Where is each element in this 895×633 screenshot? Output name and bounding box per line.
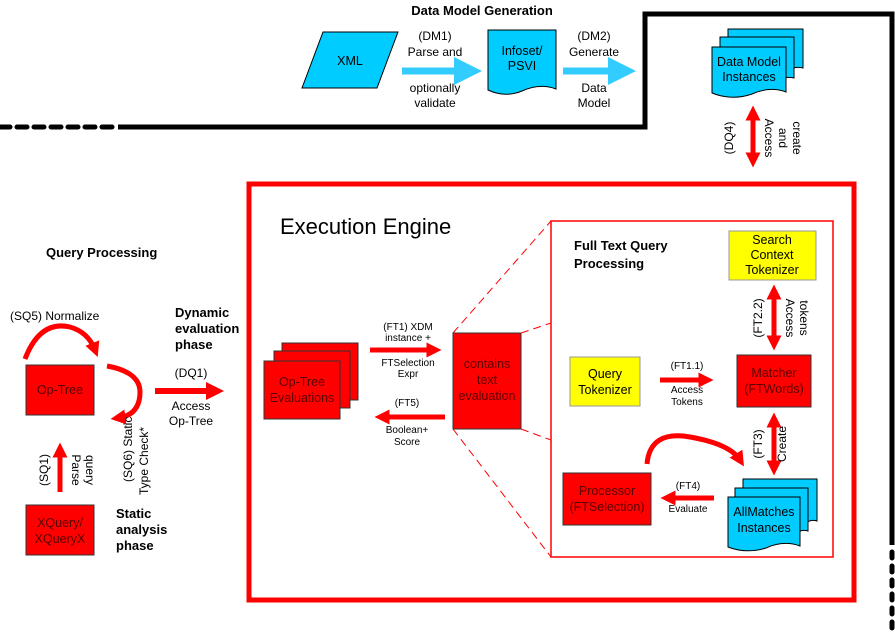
- dynamic-phase-2: evaluation: [175, 321, 239, 336]
- query-processing-title: Query Processing: [46, 245, 157, 260]
- ft3-label-1: (FT3): [751, 429, 765, 458]
- dq4-label-4: create: [790, 121, 804, 155]
- infoset-label-1: Infoset/: [502, 44, 544, 58]
- dq1-label-1: (DQ1): [175, 366, 208, 380]
- dm2-label-3: Data: [581, 81, 607, 95]
- op-tree-eval-label-1: Op-Tree: [279, 375, 325, 389]
- matcher-node: [736, 354, 812, 408]
- sq5-label: (SQ5) Normalize: [10, 309, 100, 323]
- ft1-label-3: FTSelection: [381, 358, 434, 369]
- sq6-label-2: Type Check*: [137, 427, 151, 495]
- processor-loop-arrow: [644, 433, 744, 467]
- ft22-label-3: tokens: [797, 300, 811, 335]
- op-tree-eval-label-2: Evaluations: [270, 391, 335, 405]
- op-tree-label: Op-Tree: [37, 383, 83, 397]
- dm2-label-1: (DM2): [577, 29, 610, 43]
- sq1-label-1: (SQ1): [37, 454, 51, 486]
- processor-label-2: (FTSelection): [569, 500, 644, 514]
- dq1-label-3: Op-Tree: [169, 414, 214, 428]
- dq4-label-3: and: [776, 128, 790, 148]
- ft11-label-2: Access: [671, 385, 703, 396]
- contains-label-1: contains: [464, 357, 511, 371]
- ft4-label-1: (FT4): [676, 481, 700, 492]
- ft1-label-2: instance +: [385, 333, 431, 344]
- dm2-label-2: Generate: [569, 45, 619, 59]
- sq6-label-1: (SQ6) Static: [121, 417, 135, 482]
- dm1-label-2: Parse and: [408, 45, 463, 59]
- ft5-label-2: Boolean+: [386, 425, 429, 436]
- architecture-diagram: Data Model Generation XML (DM1) Parse an…: [0, 0, 895, 633]
- diagram-svg: Data Model Generation XML (DM1) Parse an…: [0, 3, 895, 633]
- query-tokenizer-label-1: Query: [588, 367, 623, 381]
- matcher-label-2: (FTWords): [744, 382, 804, 396]
- dq4-label-2: Access: [762, 119, 776, 158]
- query-tokenizer-label-2: Tokenizer: [578, 383, 632, 397]
- search-tokenizer-label-3: Tokenizer: [745, 263, 799, 277]
- contains-label-2: text: [477, 373, 498, 387]
- xquery-node: [25, 504, 95, 556]
- static-phase-1: Static: [116, 506, 151, 521]
- ft5-label-1: (FT5): [395, 398, 419, 409]
- query-tokenizer-node: [569, 356, 641, 407]
- ft3-label-2: Create: [775, 426, 789, 462]
- dm1-label-3: optionally: [410, 81, 461, 95]
- dq4-label-1: (DQ4): [722, 122, 736, 155]
- dm1-label-1: (DM1): [418, 29, 451, 43]
- xquery-label-1: XQuery/: [37, 516, 83, 530]
- xml-label: XML: [337, 54, 363, 68]
- dynamic-phase-1: Dynamic: [175, 305, 229, 320]
- instances-label-2: Instances: [722, 70, 776, 84]
- processor-label-1: Processor: [579, 484, 635, 498]
- ft22-label-1: (FT2.2): [751, 298, 765, 337]
- ft5-label-3: Score: [394, 437, 421, 448]
- execution-engine-title: Execution Engine: [280, 214, 451, 239]
- ft4-label-2: Evaluate: [669, 504, 708, 515]
- ft22-label-2: Access: [783, 299, 797, 338]
- sq6-arrow: [106, 363, 143, 425]
- dm2-label-4: Model: [578, 96, 611, 110]
- search-tokenizer-label-2: Context: [750, 248, 794, 262]
- xquery-label-2: XQueryX: [35, 532, 86, 546]
- sq1-label-2: Parse: [69, 454, 83, 486]
- ft1-label-4: Expr: [398, 369, 419, 380]
- ft1-label-1: (FT1) XDM: [383, 322, 432, 333]
- data-model-generation-title: Data Model Generation: [411, 3, 553, 18]
- dm1-label-4: validate: [414, 96, 456, 110]
- ft11-label-1: (FT1.1): [671, 361, 704, 372]
- sq5-arrow: [22, 323, 100, 360]
- contains-label-3: evaluation: [459, 389, 516, 403]
- static-phase-2: analysis: [116, 522, 167, 537]
- processor-node: [562, 472, 652, 526]
- full-text-title-1: Full Text Query: [574, 238, 668, 253]
- search-tokenizer-label-1: Search: [752, 233, 792, 247]
- ft11-label-3: Tokens: [671, 397, 703, 408]
- sq1-label-3: query: [83, 455, 97, 485]
- allmatches-label-2: Instances: [737, 521, 791, 535]
- dynamic-phase-3: phase: [175, 337, 213, 352]
- dq1-label-2: Access: [172, 399, 211, 413]
- static-phase-3: phase: [116, 538, 154, 553]
- allmatches-label-1: AllMatches: [733, 505, 794, 519]
- instances-label-1: Data Model: [717, 55, 781, 69]
- infoset-label-2: PSVI: [508, 59, 537, 73]
- full-text-title-2: Processing: [574, 256, 644, 271]
- matcher-label-1: Matcher: [751, 366, 796, 380]
